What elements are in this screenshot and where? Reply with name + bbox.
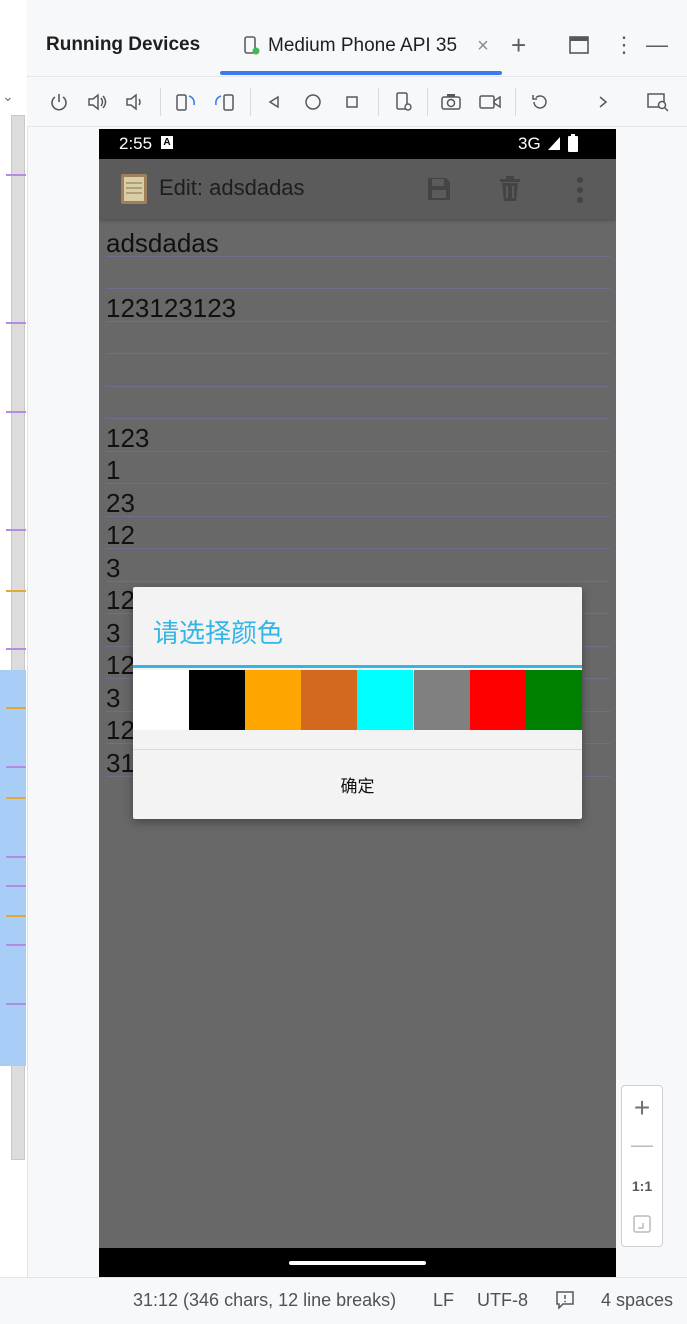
note-line-text: 12: [106, 650, 135, 680]
device-tab[interactable]: Medium Phone API 35 ×: [240, 30, 489, 62]
color-swatch-green[interactable]: [526, 670, 582, 730]
volume-down-icon[interactable]: [122, 90, 146, 114]
delete-icon[interactable]: [498, 176, 522, 202]
window-layout-icon[interactable]: [569, 35, 589, 60]
indent-setting[interactable]: 4 spaces: [601, 1290, 673, 1311]
fit-screen-icon[interactable]: [622, 1214, 662, 1234]
color-swatch-white[interactable]: [133, 670, 189, 730]
note-line-text: 31: [106, 748, 135, 778]
note-line-text: 23: [106, 488, 135, 518]
save-icon[interactable]: [426, 176, 452, 202]
zoom-controls: + — 1:1: [621, 1085, 663, 1247]
scroll-markers: [0, 0, 27, 1323]
notepad-app-icon: [121, 174, 147, 204]
file-encoding[interactable]: UTF-8: [477, 1290, 528, 1311]
caret-position[interactable]: 31:12 (346 chars, 12 line breaks): [133, 1290, 396, 1311]
zoom-in-button[interactable]: +: [622, 1092, 662, 1124]
overflow-menu-icon[interactable]: [576, 176, 584, 204]
minimize-icon[interactable]: —: [646, 32, 668, 58]
app-title: Edit: adsdadas: [159, 175, 305, 200]
battery-icon: [568, 134, 578, 152]
collapse-chevron-icon[interactable]: ⌄: [2, 88, 14, 105]
signal-icon: [548, 137, 560, 150]
android-status-bar: 2:55 A 3G: [99, 129, 616, 159]
tool-window-title: Running Devices: [46, 34, 201, 55]
volume-up-icon[interactable]: [85, 90, 109, 114]
network-type: 3G: [518, 134, 541, 153]
color-swatch-orange[interactable]: [245, 670, 301, 730]
add-tab-icon[interactable]: +: [511, 30, 526, 61]
rotate-left-icon[interactable]: [174, 90, 198, 114]
power-icon[interactable]: [47, 90, 71, 114]
reset-icon[interactable]: [528, 90, 552, 114]
gesture-handle[interactable]: [289, 1261, 426, 1265]
note-line-text: 123: [106, 423, 150, 453]
color-swatch-red[interactable]: [470, 670, 526, 730]
dialog-title-divider: [133, 665, 582, 668]
note-line-text: 12: [106, 715, 135, 745]
note-line-text: 3: [106, 683, 121, 713]
rotate-right-icon[interactable]: [212, 90, 236, 114]
note-line-text: 12: [106, 520, 135, 550]
color-swatch-chocolate[interactable]: [301, 670, 357, 730]
app-toolbar: Edit: adsdadas: [99, 159, 616, 219]
dialog-title: 请选择颜色: [153, 618, 284, 648]
more-options-icon[interactable]: ⋮: [613, 32, 635, 58]
note-line-text: 3: [106, 553, 121, 583]
clock: 2:55: [119, 134, 153, 153]
color-picker-dialog: 请选择颜色 确定: [133, 587, 582, 819]
zoom-out-button[interactable]: —: [622, 1132, 662, 1158]
note-line-text: adsdadas: [106, 228, 219, 258]
screen-record-icon[interactable]: [478, 90, 502, 114]
note-line-text: 1: [106, 455, 121, 485]
device-tab-label: Medium Phone API 35: [268, 35, 458, 56]
actual-size-button[interactable]: 1:1: [622, 1178, 662, 1194]
screenshot-icon[interactable]: [439, 90, 463, 114]
back-icon[interactable]: [262, 90, 286, 114]
note-line-text: 12: [106, 585, 135, 615]
color-swatch-gray[interactable]: [414, 670, 470, 730]
line-separator[interactable]: LF: [433, 1290, 454, 1311]
notification-a-icon: A: [161, 136, 173, 149]
tab-close-icon[interactable]: ×: [477, 35, 489, 58]
home-icon[interactable]: [301, 90, 325, 114]
notifications-icon[interactable]: [555, 1290, 575, 1315]
device-settings-icon[interactable]: [392, 90, 416, 114]
android-nav-bar: [99, 1248, 616, 1277]
color-swatch-cyan[interactable]: [357, 670, 413, 730]
color-swatch-black[interactable]: [189, 670, 245, 730]
device-icon: [244, 36, 260, 55]
note-line-text: 3: [106, 618, 121, 648]
more-chevron-icon[interactable]: [591, 90, 615, 114]
note-line-text: 123123123: [106, 293, 237, 323]
mirror-window-icon[interactable]: [646, 90, 670, 114]
active-tab-indicator: [220, 71, 502, 75]
confirm-button[interactable]: 确定: [133, 750, 582, 819]
overview-icon[interactable]: [340, 90, 364, 114]
